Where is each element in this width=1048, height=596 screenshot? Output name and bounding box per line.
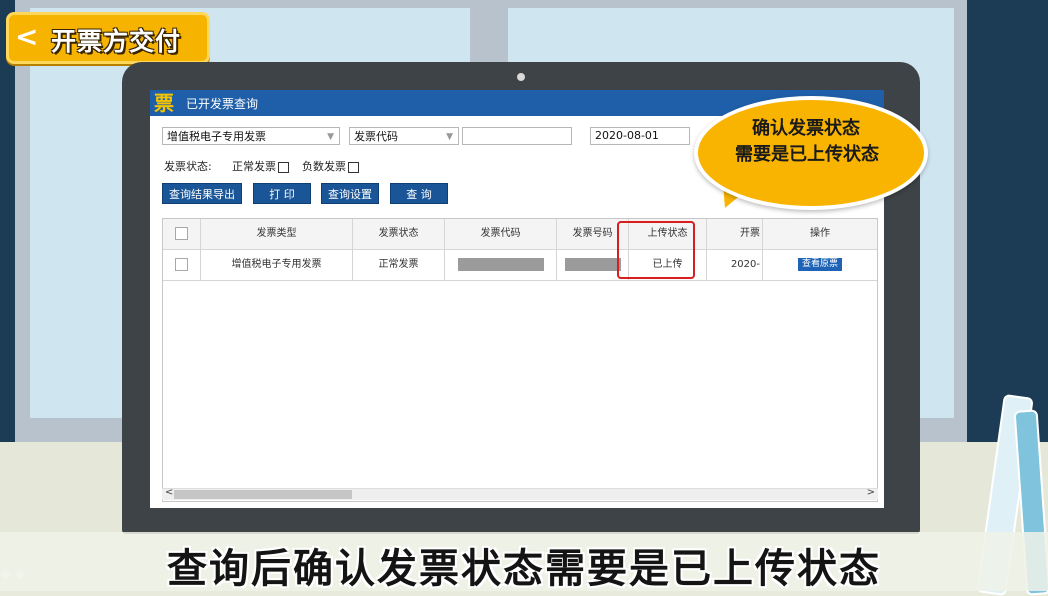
cell-action: 查看原票: [763, 250, 877, 280]
video-subtitle: 查询后确认发票状态需要是已上传状态: [167, 546, 881, 592]
header-invoice-status[interactable]: 发票状态: [353, 219, 445, 249]
back-arrow-icon: <: [15, 20, 39, 53]
bubble-text-line2: 需要是已上传状态: [735, 144, 879, 165]
invoice-table: 发票类型 发票状态 发票代码 发票号码 上传状态 开票 操作 增值税电子专用发票…: [162, 218, 878, 502]
row-select-cell: [163, 250, 201, 280]
redacted-invoice-number: [564, 257, 621, 271]
scroll-right-icon[interactable]: >: [867, 487, 875, 498]
cell-invoice-status: 正常发票: [353, 250, 445, 280]
horizontal-scrollbar[interactable]: < >: [162, 487, 878, 500]
scroll-left-icon[interactable]: <: [165, 487, 173, 498]
row-checkbox[interactable]: [175, 257, 188, 271]
code-value-input[interactable]: [462, 127, 572, 145]
select-all-cell: [163, 219, 201, 249]
chevron-down-icon: ▼: [327, 132, 334, 142]
table-row[interactable]: 增值税电子专用发票 正常发票 已上传 2020- 查看原票: [163, 250, 877, 281]
table-header-row: 发票类型 发票状态 发票代码 发票号码 上传状态 开票 操作: [163, 219, 877, 250]
header-invoice-type[interactable]: 发票类型: [201, 219, 353, 249]
cell-invoice-type: 增值税电子专用发票: [201, 250, 353, 280]
negative-invoice-checkbox[interactable]: [348, 161, 359, 173]
window-title: 已开发票查询: [186, 97, 259, 111]
header-issue-date[interactable]: 开票: [707, 219, 763, 249]
code-field-select[interactable]: 发票代码 ▼: [349, 127, 459, 145]
export-results-button[interactable]: 查询结果导出: [162, 183, 242, 204]
normal-invoice-option[interactable]: 正常发票: [232, 158, 289, 174]
header-action: 操作: [810, 228, 830, 239]
negative-invoice-option[interactable]: 负数发票: [302, 158, 359, 174]
status-label: 发票状态:: [164, 160, 212, 173]
code-field-value: 发票代码: [354, 130, 398, 143]
negative-invoice-label: 负数发票: [302, 160, 346, 173]
upload-status-highlight: [617, 221, 695, 279]
invoice-type-value: 增值税电子专用发票: [167, 130, 266, 143]
redacted-invoice-code: [457, 257, 544, 271]
invoice-type-select[interactable]: 增值税电子专用发票 ▼: [162, 127, 340, 145]
view-original-invoice-button[interactable]: 查看原票: [797, 257, 842, 271]
chevron-down-icon: ▼: [446, 132, 453, 142]
bubble-text-line1: 确认发票状态: [752, 118, 860, 139]
section-tag-label: 开票方交付: [51, 27, 182, 56]
query-settings-button[interactable]: 查询设置: [321, 183, 379, 204]
cell-invoice-code: [445, 250, 557, 280]
scrollbar-thumb[interactable]: [174, 490, 352, 499]
query-button[interactable]: 查 询: [390, 183, 448, 204]
header-invoice-code[interactable]: 发票代码: [445, 219, 557, 249]
section-tag: < 开票方交付: [6, 12, 210, 64]
normal-invoice-label: 正常发票: [232, 160, 276, 173]
normal-invoice-checkbox[interactable]: [278, 161, 289, 173]
print-button[interactable]: 打 印: [253, 183, 311, 204]
laptop-camera: [517, 73, 525, 81]
select-all-checkbox[interactable]: [175, 226, 188, 240]
invoice-app-icon: 票: [154, 91, 174, 115]
cell-issue-date: 2020-: [707, 250, 763, 280]
start-date-input[interactable]: 2020-08-01: [590, 127, 690, 145]
